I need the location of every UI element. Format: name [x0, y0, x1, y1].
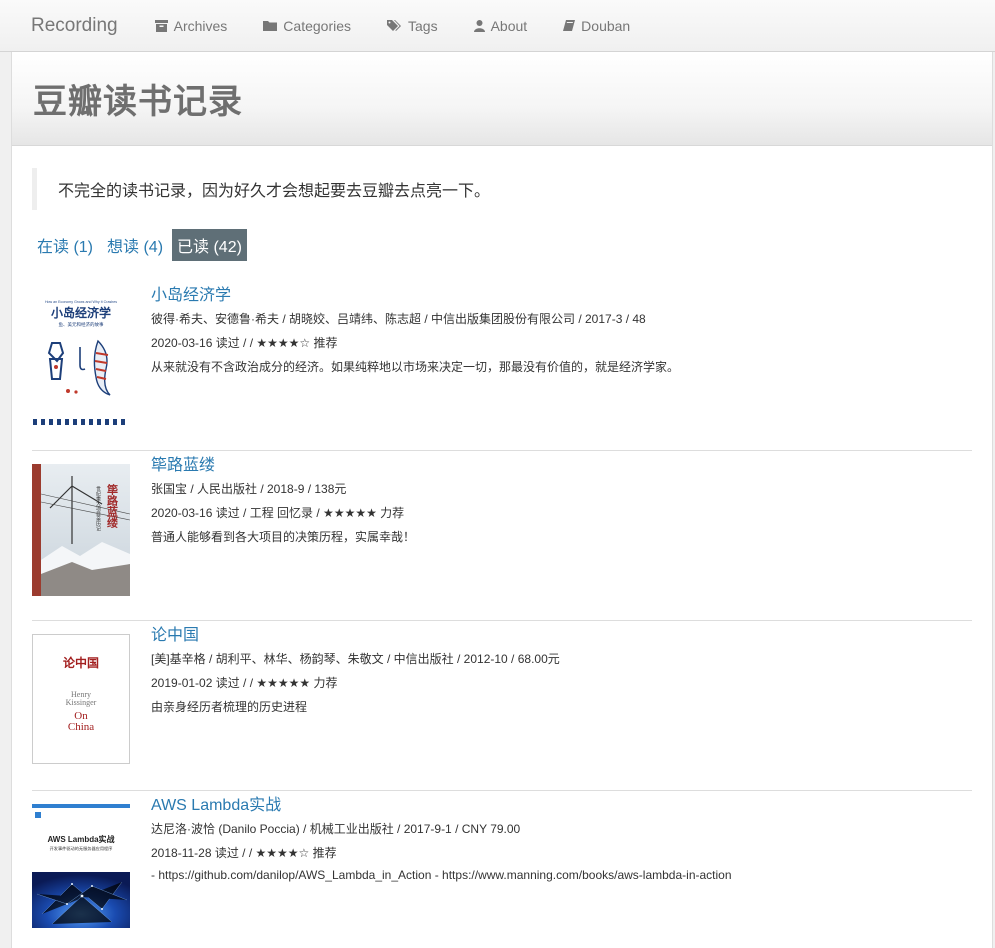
intro-quote-text: 不完全的读书记录，因为好久才会想起要去豆瓣去点亮一下。: [58, 183, 491, 200]
cover-title: 筚路蓝缕: [106, 483, 120, 529]
book-title-link[interactable]: 筚路蓝缕: [151, 451, 215, 475]
book-cover[interactable]: 论中国 Henry Kissinger On China: [32, 634, 130, 764]
book-read-meta: 2020-03-16 读过 / / ★★★★☆ 推荐: [151, 336, 338, 350]
nav-about[interactable]: About: [473, 18, 529, 34]
cover-title: AWS Lambda实战: [47, 834, 114, 844]
cover-china: China: [68, 721, 94, 733]
nav-tags[interactable]: Tags: [386, 18, 439, 34]
book-read-meta: 2018-11-28 读过 / / ★★★★☆ 推荐: [151, 846, 337, 860]
book-comment: 由亲身经历者梳理的历史进程: [151, 700, 308, 714]
nav-douban[interactable]: Douban: [562, 18, 631, 34]
cover-subtitle-en: How an Economy Grows and Why It Crashes: [45, 300, 117, 304]
book-cover[interactable]: How an Economy Grows and Why It Crashes …: [32, 295, 130, 425]
archive-icon: [154, 19, 168, 32]
page-header: 豆瓣读书记录: [12, 52, 992, 146]
book-read-meta: 2020-03-16 读过 / 工程 回忆录 / ★★★★★ 力荐: [151, 506, 405, 520]
top-navbar: Recording Archives Categories Tags About…: [0, 0, 995, 52]
book-icon: [563, 19, 576, 31]
cover-title: 论中国: [63, 655, 99, 670]
book-title-link[interactable]: AWS Lambda实战: [151, 791, 281, 815]
tags-icon: [387, 19, 401, 31]
main-container: 豆瓣读书记录 不完全的读书记录，因为好久才会想起要去豆瓣去点亮一下。 在读 (1…: [11, 52, 993, 948]
nav-douban-label: Douban: [581, 17, 631, 34]
nav-archives-label: Archives: [173, 17, 228, 34]
reading-status-tabs: 在读 (1) 想读 (4) 已读 (42): [32, 229, 992, 261]
book-info: [美]基辛格 / 胡利平、林华、杨韵琴、朱敬文 / 中信出版社 / 2012-1…: [151, 652, 560, 666]
cover-subtitle: 世纪重大项目亲历记: [95, 485, 101, 531]
nav-categories[interactable]: Categories: [262, 18, 352, 34]
cover-title: 小岛经济学: [51, 305, 111, 320]
book-cover[interactable]: 筚路蓝缕 世纪重大项目亲历记: [32, 464, 130, 596]
tab-wish[interactable]: 想读 (4): [102, 229, 168, 261]
user-icon: [473, 19, 485, 32]
book-item: AWS Lambda实战 开发事件驱动的无服务器应用程序 AWS Lambda实…: [32, 791, 972, 948]
book-info: 张国宝 / 人民出版社 / 2018-9 / 138元: [151, 482, 347, 496]
book-info: 达尼洛·波恰 (Danilo Poccia) / 机械工业出版社 / 2017-…: [151, 822, 521, 836]
book-info: 彼得·希夫、安德鲁·希夫 / 胡晓姣、吕靖纬、陈志超 / 中信出版集团股份有限公…: [151, 312, 646, 326]
book-cover[interactable]: AWS Lambda实战 开发事件驱动的无服务器应用程序: [32, 804, 130, 928]
nav-archives[interactable]: Archives: [154, 18, 229, 34]
tab-read[interactable]: 已读 (42): [172, 229, 247, 261]
book-read-meta: 2019-01-02 读过 / / ★★★★★ 力荐: [151, 676, 338, 690]
book-comment: 普通人能够看到各大项目的决策历程，实属幸哉！: [151, 530, 416, 544]
cover-subtitle: 开发事件驱动的无服务器应用程序: [50, 845, 113, 852]
book-title-link[interactable]: 论中国: [151, 621, 199, 645]
book-title-link[interactable]: 小岛经济学: [151, 281, 231, 305]
nav-categories-label: Categories: [283, 17, 351, 34]
nav-tags-label: Tags: [408, 17, 438, 34]
cover-subtitle: 鱼、美元和经济的故事: [59, 321, 104, 328]
brand-link[interactable]: Recording: [31, 15, 118, 37]
book-item: 筚路蓝缕 世纪重大项目亲历记 筚路蓝缕 张国宝 / 人民出版社 / 2018-9…: [32, 451, 972, 621]
nav-about-label: About: [490, 17, 528, 34]
book-comment: 从来就没有不含政治成分的经济。如果纯粹地以市场来决定一切，那最没有价值的，就是经…: [151, 360, 680, 374]
book-item: How an Economy Grows and Why It Crashes …: [32, 281, 972, 451]
cover-author-last: Kissinger: [66, 698, 97, 707]
page-title: 豆瓣读书记录: [33, 82, 243, 122]
intro-quote: 不完全的读书记录，因为好久才会想起要去豆瓣去点亮一下。: [32, 168, 970, 210]
book-item: 论中国 Henry Kissinger On China 论中国 [美]基辛格 …: [32, 621, 972, 791]
book-comment: - https://github.com/danilop/AWS_Lambda_…: [151, 868, 732, 882]
tab-reading[interactable]: 在读 (1): [32, 229, 98, 261]
folder-icon: [263, 21, 278, 31]
